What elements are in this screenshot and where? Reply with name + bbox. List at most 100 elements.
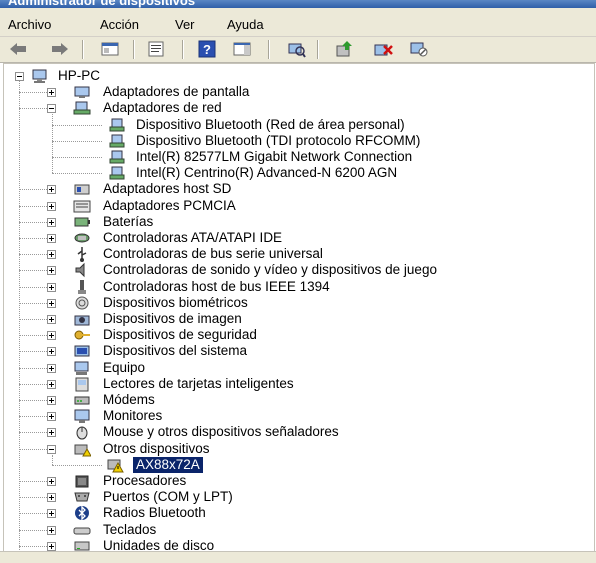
tree-category[interactable]: Baterías — [4, 214, 584, 230]
tree-category[interactable]: Adaptadores de pantalla — [4, 84, 584, 100]
show-hide-console-tree-icon[interactable] — [100, 40, 120, 58]
fingerprint-icon — [73, 295, 91, 311]
properties-icon[interactable] — [146, 40, 166, 58]
back-arrow-icon[interactable] — [8, 40, 28, 58]
expand-toggle[interactable] — [47, 234, 56, 243]
menu-archivo[interactable]: Archivo — [8, 17, 51, 32]
expand-toggle[interactable] — [47, 315, 56, 324]
device-item[interactable]: AX88x72A — [4, 456, 584, 473]
tree-root[interactable]: HP-PC — [4, 68, 584, 84]
expand-toggle[interactable] — [47, 412, 56, 422]
network-device-icon — [108, 133, 126, 149]
menu-ver[interactable]: Ver — [175, 17, 195, 32]
speaker-icon — [73, 262, 91, 278]
tree-category[interactable]: Adaptadores host SD — [4, 181, 584, 197]
device-item[interactable]: Dispositivo Bluetooth (Red de área perso… — [4, 117, 584, 133]
key-icon — [73, 327, 91, 343]
expand-toggle[interactable] — [47, 363, 56, 373]
tree-category[interactable]: Dispositivos de seguridad — [4, 327, 584, 343]
expand-toggle[interactable] — [47, 493, 56, 503]
tree-category[interactable]: Adaptadores PCMCIA — [4, 198, 584, 214]
category-label: Dispositivos de imagen — [103, 311, 242, 326]
expand-toggle[interactable] — [47, 88, 56, 98]
scan-hardware-changes-icon[interactable] — [286, 40, 306, 58]
category-label: Radios Bluetooth — [103, 505, 206, 521]
category-label: Módems — [103, 392, 155, 407]
update-driver-icon[interactable] — [335, 40, 355, 58]
window-titlebar[interactable]: Administrador de dispositivos — [0, 0, 596, 8]
menu-accion[interactable]: Acción — [100, 17, 139, 32]
category-label: Dispositivos biométricos — [103, 294, 248, 310]
expand-toggle[interactable] — [47, 525, 56, 535]
expand-toggle[interactable] — [47, 298, 56, 308]
expand-toggle[interactable] — [47, 185, 56, 195]
device-item[interactable]: Dispositivo Bluetooth (TDI protocolo RFC… — [4, 133, 584, 149]
toolbar: ? — [0, 37, 596, 63]
action-pane-icon[interactable] — [232, 40, 252, 58]
tree-category[interactable]: Radios Bluetooth — [4, 505, 584, 521]
mouse-icon — [73, 424, 91, 440]
tree-category[interactable]: Otros dispositivos — [4, 441, 584, 457]
collapse-toggle[interactable] — [47, 104, 56, 114]
ide-controller-icon — [73, 230, 91, 246]
category-label: Otros dispositivos — [103, 440, 210, 456]
tree-category[interactable]: Equipo — [4, 360, 584, 376]
tree-category[interactable]: Teclados — [4, 522, 584, 538]
expand-toggle[interactable] — [47, 217, 56, 227]
collapse-toggle[interactable] — [15, 72, 24, 81]
menu-ayuda[interactable]: Ayuda — [227, 17, 264, 32]
device-item[interactable]: Intel(R) Centrino(R) Advanced-N 6200 AGN — [4, 165, 584, 181]
expand-toggle[interactable] — [47, 428, 56, 438]
device-item[interactable]: Intel(R) 82577LM Gigabit Network Connect… — [4, 149, 584, 165]
help-icon[interactable]: ? — [197, 40, 217, 58]
expand-toggle[interactable] — [47, 347, 56, 357]
tree-category[interactable]: Dispositivos del sistema — [4, 343, 584, 359]
tree-category[interactable]: Dispositivos de imagen — [4, 311, 584, 327]
device-tree[interactable]: HP-PC Adaptadores de pantalla Adaptadores… — [3, 63, 595, 553]
tree-category[interactable]: Controladoras de bus serie universal — [4, 246, 584, 263]
category-label: Equipo — [103, 359, 146, 375]
collapse-toggle[interactable] — [47, 444, 56, 454]
disable-device-icon[interactable] — [409, 40, 429, 58]
tree-category[interactable]: Controladoras host de bus IEEE 1394 — [4, 279, 584, 295]
monitor-icon — [73, 408, 91, 424]
category-label: Teclados — [103, 521, 157, 537]
usb-icon — [73, 246, 91, 263]
svg-text:?: ? — [203, 42, 211, 57]
uninstall-icon[interactable] — [373, 40, 393, 58]
port-icon — [73, 489, 91, 505]
tree-category[interactable]: Módems — [4, 392, 584, 408]
expand-toggle[interactable] — [47, 250, 56, 260]
horizontal-scrollbar[interactable] — [0, 551, 596, 563]
expand-toggle[interactable] — [47, 477, 56, 486]
tree-category[interactable]: Controladoras ATA/ATAPI IDE — [4, 230, 584, 246]
system-device-icon — [73, 343, 91, 359]
tree-category[interactable]: Adaptadores de red — [4, 100, 584, 116]
tree-category[interactable]: Procesadores — [4, 473, 584, 489]
tree-category[interactable]: Monitores — [4, 408, 584, 424]
category-label: Procesadores — [103, 473, 187, 488]
menu-bar: Archivo Acción Ver Ayuda — [0, 8, 596, 37]
tree-category[interactable]: Controladoras de sonido y vídeo y dispos… — [4, 262, 584, 278]
category-label: Monitores — [103, 408, 163, 424]
expand-toggle[interactable] — [47, 266, 56, 276]
pcmcia-icon — [73, 198, 91, 214]
expand-toggle[interactable] — [47, 282, 56, 292]
tree-category[interactable]: Dispositivos biométricos — [4, 295, 584, 311]
expand-toggle[interactable] — [47, 541, 56, 551]
camera-icon — [73, 311, 91, 327]
device-label: Dispositivo Bluetooth (Red de área perso… — [136, 116, 405, 132]
tree-category[interactable]: Lectores de tarjetas inteligentes — [4, 376, 584, 392]
category-label: Adaptadores de red — [103, 100, 222, 116]
expand-toggle[interactable] — [47, 509, 56, 519]
expand-toggle[interactable] — [47, 201, 56, 211]
category-label: Controladoras de sonido y vídeo y dispos… — [103, 262, 437, 278]
forward-arrow-icon[interactable] — [50, 40, 70, 58]
tree-category[interactable]: Mouse y otros dispositivos señaladores — [4, 424, 584, 440]
expand-toggle[interactable] — [47, 379, 56, 389]
tree-category[interactable]: Puertos (COM y LPT) — [4, 489, 584, 505]
expand-toggle[interactable] — [47, 396, 56, 405]
category-label: Lectores de tarjetas inteligentes — [103, 375, 294, 391]
expand-toggle[interactable] — [47, 331, 56, 341]
computer-icon — [73, 360, 91, 376]
